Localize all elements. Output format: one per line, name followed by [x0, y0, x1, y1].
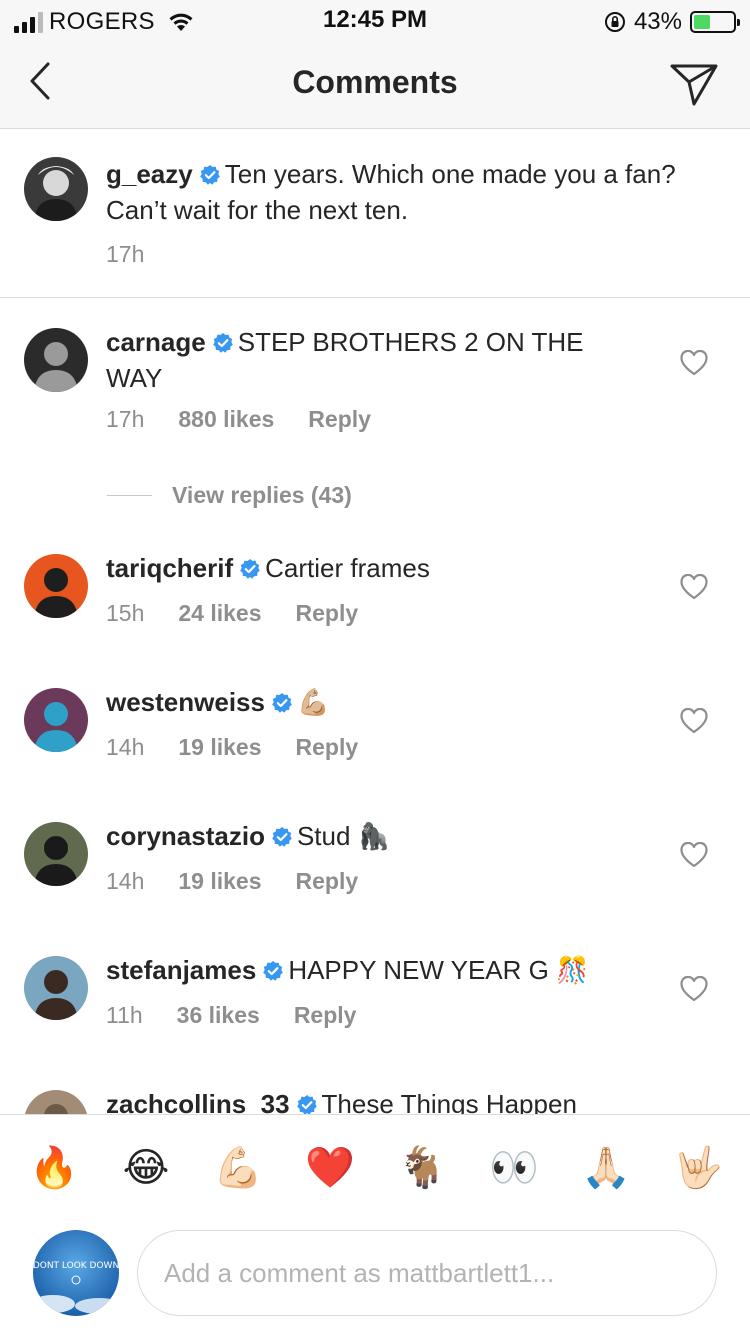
status-bar: ROGERS 12:45 PM 43% [0, 0, 750, 40]
heart-icon [680, 573, 708, 604]
battery-percent: 43% [633, 8, 682, 35]
timestamp: 14h [106, 868, 145, 894]
timestamp: 17h [106, 406, 145, 432]
username[interactable]: tariqcherif [106, 553, 233, 583]
comment-text-block: carnage STEP BROTHERS 2 ON THE WAY [106, 326, 646, 395]
avatar[interactable] [24, 157, 88, 221]
caption-meta: 17h [106, 241, 144, 268]
avatar[interactable] [24, 554, 88, 618]
comment-text-block: zachcollins_33 These Things Happen [106, 1088, 706, 1114]
comment-composer: DONT LOOK DOWN [0, 1216, 750, 1334]
orientation-lock-icon [604, 12, 625, 32]
comment-text-block: stefanjames HAPPY NEW YEAR G 🎊 [106, 954, 646, 990]
likes-count[interactable]: 19 likes [178, 868, 261, 895]
comment-meta: 11h 36 likes Reply [106, 1002, 356, 1029]
comment-text: Stud 🦍 [296, 821, 391, 851]
comment-meta: 14h 19 likes Reply [106, 734, 358, 761]
battery-fill [694, 15, 711, 29]
praying-hands-emoji-button[interactable]: 🙏🏻 [578, 1143, 634, 1193]
flexed-biceps-emoji-button[interactable]: 💪🏻 [210, 1143, 266, 1193]
likes-count[interactable]: 24 likes [178, 600, 261, 627]
verified-badge-icon [262, 957, 284, 990]
timestamp: 14h [106, 734, 145, 760]
reply-button[interactable]: Reply [308, 406, 371, 433]
current-user-avatar: DONT LOOK DOWN [33, 1230, 119, 1316]
like-button[interactable] [680, 349, 708, 376]
avatar[interactable] [24, 1090, 88, 1114]
reply-button[interactable]: Reply [294, 1002, 357, 1029]
verified-badge-icon [199, 161, 221, 194]
comment-text-block: westenweiss 💪🏼 [106, 686, 646, 722]
comment-text: HAPPY NEW YEAR G 🎊 [288, 955, 589, 985]
like-button[interactable] [680, 841, 708, 868]
likes-count[interactable]: 880 likes [178, 406, 274, 433]
heart-icon [680, 707, 708, 738]
avatar[interactable] [24, 688, 88, 752]
paper-plane-icon [670, 64, 718, 106]
comment-text: These Things Happen [321, 1089, 577, 1114]
fire-emoji-button[interactable]: 🔥 [26, 1143, 82, 1193]
avatar-lettering: DONT LOOK DOWN [33, 1261, 119, 1271]
share-button[interactable] [668, 58, 720, 110]
comment-text: 💪🏼 [296, 687, 330, 717]
comment-text: Cartier frames [265, 553, 430, 583]
comment-meta: 14h 19 likes Reply [106, 868, 358, 895]
likes-count[interactable]: 19 likes [178, 734, 261, 761]
verified-badge-icon [239, 555, 261, 588]
comment-meta: 15h 24 likes Reply [106, 600, 358, 627]
username[interactable]: corynastazio [106, 821, 265, 851]
view-replies-label: View replies (43) [172, 482, 352, 508]
reply-button[interactable]: Reply [296, 868, 359, 895]
timestamp: 17h [106, 241, 145, 267]
goat-emoji-button[interactable]: 🐐 [394, 1143, 450, 1193]
likes-count[interactable]: 36 likes [177, 1002, 260, 1029]
page-title: Comments [292, 64, 458, 100]
heart-icon [680, 841, 708, 872]
divider-line [107, 495, 152, 496]
avatar[interactable] [24, 822, 88, 886]
reply-button[interactable]: Reply [296, 600, 359, 627]
verified-badge-icon [271, 823, 293, 856]
comments-list[interactable]: carnage STEP BROTHERS 2 ON THE WAY 17h 880 … [0, 298, 750, 1114]
avatar[interactable] [24, 956, 88, 1020]
caption-text-block: g_eazy Ten years. Which one made you a fa… [106, 158, 706, 227]
status-right: 43% [604, 8, 740, 36]
verified-badge-icon [271, 689, 293, 722]
comment-meta: 17h 880 likes Reply [106, 406, 371, 433]
username[interactable]: stefanjames [106, 955, 256, 985]
like-button[interactable] [680, 975, 708, 1002]
avatar[interactable] [24, 328, 88, 392]
like-button[interactable] [680, 573, 708, 600]
battery-icon [690, 11, 740, 33]
heart-emoji-button[interactable]: ❤️ [302, 1143, 358, 1193]
rock-on-emoji-button[interactable]: 🤟🏻 [670, 1143, 726, 1193]
post-caption: g_eazy Ten years. Which one made you a fa… [0, 129, 750, 298]
reply-button[interactable]: Reply [296, 734, 359, 761]
laughing-emoji-button[interactable]: 😂 [118, 1143, 174, 1193]
header: Comments [0, 40, 750, 129]
username[interactable]: carnage [106, 327, 206, 357]
like-button[interactable] [680, 707, 708, 734]
comment-input[interactable] [137, 1230, 717, 1316]
heart-icon [680, 975, 708, 1006]
eyes-emoji-button[interactable]: 👀 [486, 1143, 542, 1193]
username[interactable]: g_eazy [106, 159, 193, 189]
comment-text-block: corynastazio Stud 🦍 [106, 820, 646, 856]
comment-text-block: tariqcherif Cartier frames [106, 552, 646, 588]
verified-badge-icon [296, 1091, 318, 1114]
timestamp: 15h [106, 600, 145, 626]
username[interactable]: westenweiss [106, 687, 265, 717]
heart-icon [680, 349, 708, 380]
username[interactable]: zachcollins_33 [106, 1089, 290, 1114]
view-replies-button[interactable]: View replies (43) [107, 482, 352, 509]
quick-reactions-bar: 🔥 😂 💪🏻 ❤️ 🐐 👀 🙏🏻 🤟🏻 [0, 1114, 750, 1216]
verified-badge-icon [212, 329, 234, 362]
timestamp: 11h [106, 1002, 143, 1028]
